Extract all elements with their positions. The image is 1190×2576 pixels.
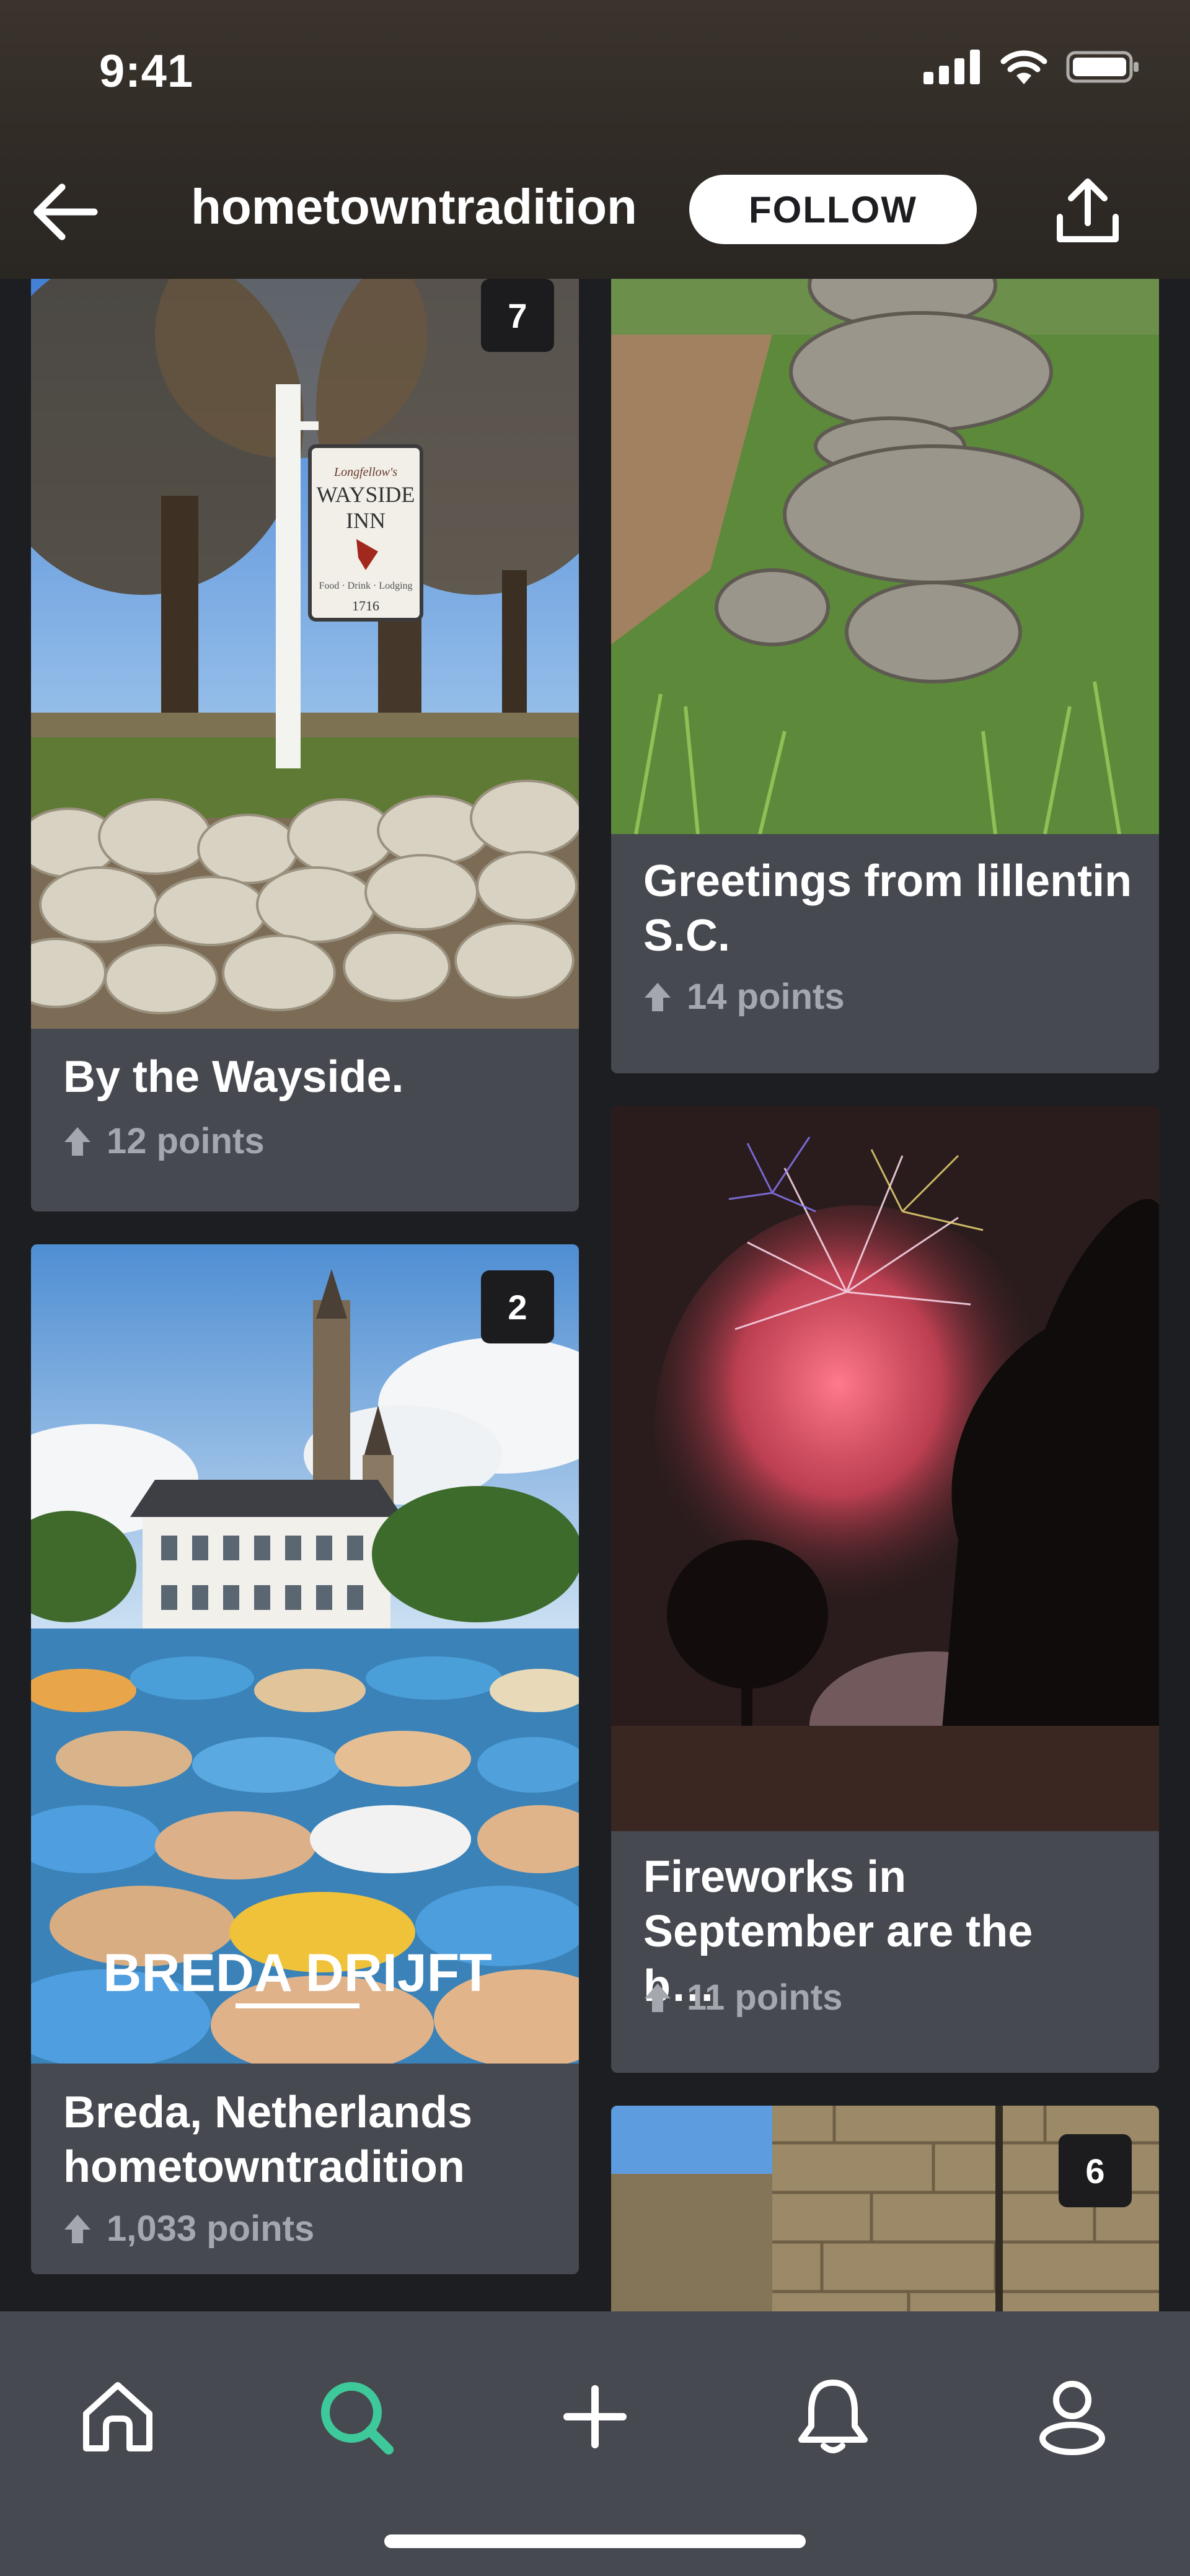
tab-add-post[interactable]	[533, 2355, 657, 2479]
post-points: 1,033 points	[63, 2208, 314, 2249]
points-label: 1,033 points	[107, 2209, 315, 2249]
upvote-arrow-icon	[64, 2214, 90, 2243]
post-points: 11 points	[643, 1977, 842, 2018]
post-card[interactable]: Fireworks in September are the b… 11 poi…	[611, 1106, 1159, 2073]
back-arrow-icon	[33, 183, 98, 240]
tab-home[interactable]	[56, 2355, 180, 2479]
post-title: By the Wayside.	[63, 1052, 404, 1102]
post-card[interactable]: Longfellow's WAYSIDE INN Food · Drink · …	[31, 279, 579, 1211]
home-indicator	[384, 2534, 806, 2548]
points-label: 11 points	[687, 1977, 843, 2018]
post-image[interactable]	[611, 279, 1159, 834]
follow-button[interactable]: FOLLOW	[689, 175, 977, 244]
home-icon	[83, 2382, 152, 2451]
upvote-arrow-icon	[645, 982, 671, 1011]
post-card[interactable]: BREDA DRIJFT 2 Breda, Netherlands hometo…	[31, 1244, 579, 2274]
breda-banner-text: BREDA DRIJFT	[103, 1943, 492, 2003]
post-points: 14 points	[643, 976, 845, 1018]
cellular-signal-icon	[923, 50, 980, 84]
points-label: 12 points	[107, 1121, 265, 1161]
share-button[interactable]	[1047, 174, 1128, 248]
status-icons	[923, 50, 1140, 84]
post-image[interactable]: BREDA DRIJFT	[31, 1244, 579, 2064]
sign-year: 1716	[352, 598, 379, 613]
sign-line4: Food · Drink · Lodging	[319, 581, 412, 591]
status-time: 9:41	[99, 45, 194, 97]
image-count-badge: 7	[481, 279, 554, 352]
post-card[interactable]: 6	[611, 2106, 1159, 2311]
tab-notifications[interactable]	[771, 2355, 895, 2479]
profile-icon	[1039, 2381, 1105, 2455]
sign-line2: WAYSIDE	[317, 482, 415, 507]
back-button[interactable]	[25, 174, 105, 248]
add-icon	[563, 2385, 627, 2448]
post-card[interactable]: Greetings from lillentin S.C. 14 points	[611, 279, 1159, 1073]
page-title: hometowntradition	[191, 179, 637, 234]
image-count-badge: 6	[1059, 2134, 1132, 2207]
notifications-icon	[798, 2380, 868, 2453]
image-count-badge: 2	[481, 1270, 554, 1343]
post-title: Breda, Netherlands hometowntradition	[63, 2088, 473, 2192]
post-feed[interactable]: Longfellow's WAYSIDE INN Food · Drink · …	[0, 279, 1190, 2311]
points-label: 14 points	[687, 977, 845, 1017]
search-icon	[321, 2382, 394, 2455]
post-image[interactable]	[611, 1106, 1159, 1831]
tab-profile[interactable]	[1010, 2355, 1134, 2479]
post-points: 12 points	[63, 1120, 265, 1162]
share-icon	[1057, 178, 1119, 242]
tab-search[interactable]	[294, 2355, 418, 2479]
battery-icon	[1066, 51, 1139, 83]
upvote-arrow-icon	[645, 1983, 671, 2012]
post-title: Greetings from lillentin S.C.	[643, 856, 1132, 961]
upvote-arrow-icon	[64, 1127, 90, 1156]
sign-line3: INN	[346, 508, 386, 533]
top-header: 9:41 hometowntradition FOLLOW	[0, 0, 1190, 279]
sign-line1: Longfellow's	[333, 465, 397, 479]
post-image[interactable]: Longfellow's WAYSIDE INN Food · Drink · …	[31, 279, 579, 1029]
wifi-icon	[1000, 50, 1047, 84]
